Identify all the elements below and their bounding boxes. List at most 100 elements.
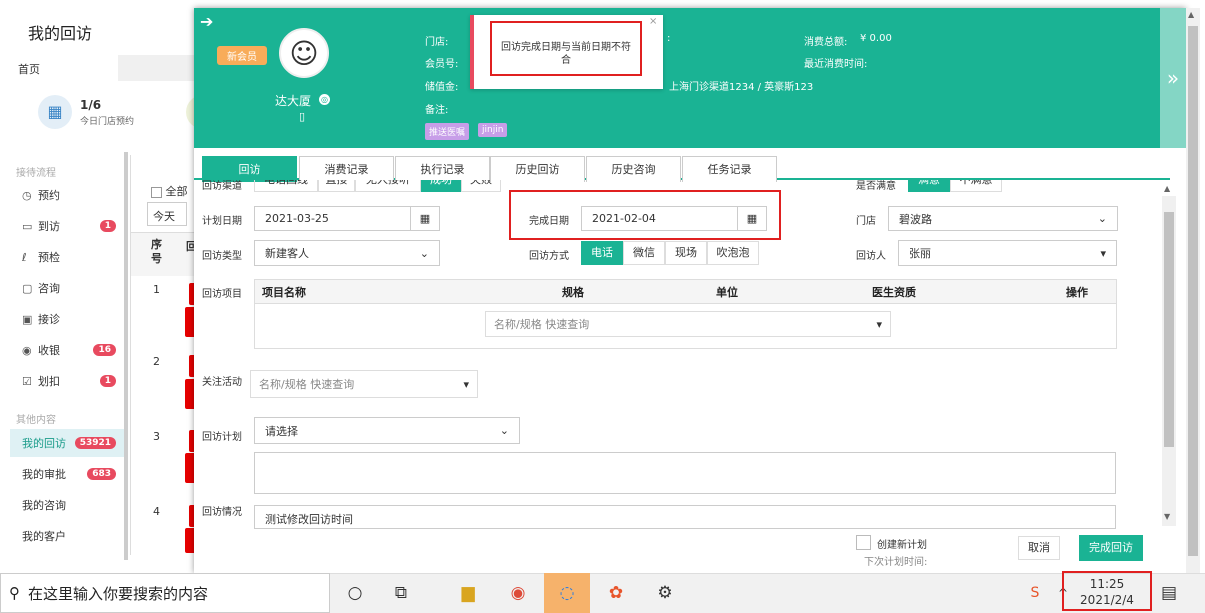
column-header: 操作 (1066, 286, 1088, 299)
visit-type-select[interactable]: 新建客人 ⌄ (254, 240, 440, 266)
tab[interactable]: 历史回访 (490, 156, 585, 182)
channel-option[interactable]: 成功 (421, 180, 461, 192)
plan-select[interactable]: 请选择 ⌄ (254, 417, 520, 444)
sidebar-item[interactable]: ▭ 到访 1 (10, 212, 124, 240)
method-other[interactable]: 吹泡泡 (707, 241, 759, 265)
new-plan-label: 创建新计划 (877, 540, 927, 551)
chevron-down-icon: ⌄ (1097, 212, 1107, 225)
sidebar-item[interactable]: 我的回访 53921 (10, 429, 124, 457)
row-number: 2 (153, 355, 160, 368)
scroll-up-icon[interactable]: ▲ (1188, 10, 1194, 19)
tab[interactable]: 任务记录 (682, 156, 777, 182)
visitor-label: 回访人 (856, 251, 886, 262)
tab-home[interactable]: 首页 (10, 55, 118, 81)
new-plan-checkbox[interactable] (856, 535, 871, 550)
coin-icon: ◉ (22, 343, 32, 357)
chevron-down-icon: ⌄ (499, 424, 509, 437)
visit-type-label: 回访类型 (202, 251, 242, 262)
avatar: ☺ (279, 28, 329, 78)
total-label: 消费总额: (804, 37, 848, 48)
satisfied-option[interactable]: 不满意 (950, 180, 1002, 192)
sidebar-item[interactable]: ℓ 预检 (10, 243, 124, 271)
visitor-select[interactable]: 张丽 ▾ (898, 240, 1117, 266)
sidebar-item[interactable]: 我的客户 (10, 522, 124, 550)
tab[interactable]: 历史咨询 (586, 156, 681, 182)
plan-date-input[interactable]: 2021-03-25 (254, 206, 411, 231)
clock[interactable]: 11:25 2021/2/4 (1062, 571, 1152, 611)
total-value: ¥ 0.00 (860, 33, 892, 44)
sidebar-item[interactable]: 我的咨询 (10, 491, 124, 519)
sidebar-item[interactable]: ☑ 划扣 1 (10, 367, 124, 395)
situation-label: 回访情况 (202, 507, 242, 518)
folder-icon[interactable]: ▆ (455, 580, 481, 606)
sidebar-item[interactable]: ◷ 预约 (10, 181, 124, 209)
sidebar-item[interactable]: ◉ 收银 16 (10, 336, 124, 364)
customer-tag: 推送医嘱 (425, 123, 470, 140)
ime-icon[interactable]: S (1022, 580, 1048, 606)
toast-message: 回访完成日期与当前日期不符合 (490, 21, 642, 76)
address-value: 上海门诊渠道1234 / 英豪斯123 (669, 82, 814, 93)
check-icon: ☑ (22, 374, 32, 388)
arrow-right-icon[interactable]: ➔ (200, 12, 213, 31)
background-table: 全部 今天 序号 回 1 2 3 4 (130, 155, 199, 555)
date-filter[interactable]: 今天 (147, 202, 187, 226)
project-search[interactable]: 名称/规格 快速查询 ▾ (485, 311, 891, 337)
member-no-label: 会员号: (425, 59, 459, 70)
clipboard-icon: ▣ (22, 312, 33, 326)
sidebar-item[interactable]: ▢ 咨询 (10, 274, 124, 302)
method-wechat[interactable]: 微信 (623, 241, 665, 265)
plan-textarea[interactable] (254, 452, 1116, 494)
card-icon: ▭ (22, 219, 33, 233)
chrome-icon[interactable]: ◉ (505, 580, 531, 606)
select-all[interactable]: 全部 (151, 183, 188, 199)
close-icon[interactable]: × (649, 16, 657, 27)
chat-icon: ▢ (22, 281, 33, 295)
scrollbar-thumb[interactable] (1188, 26, 1198, 556)
project-label: 回访项目 (202, 289, 242, 300)
sidebar-section-title: 其他内容 (16, 415, 56, 426)
column-header: 医生资质 (872, 286, 916, 299)
activity-search[interactable]: 名称/规格 快速查询 ▾ (250, 370, 478, 398)
task-view-icon[interactable]: ⧉ (388, 580, 414, 606)
store-select[interactable]: 碧波路 ⌄ (888, 206, 1118, 231)
visit-method-label: 回访方式 (529, 251, 569, 262)
highlight-box (509, 190, 781, 240)
finish-visit-button[interactable]: 完成回访 (1079, 535, 1143, 561)
taskbar-search[interactable]: ⚲ 在这里输入你要搜索的内容 (0, 573, 330, 613)
sidebar-item[interactable]: 我的审批 683 (10, 460, 124, 488)
channel-option[interactable]: 失败 (461, 180, 501, 192)
clock-icon: ◷ (22, 188, 32, 202)
method-phone[interactable]: 电话 (581, 241, 623, 265)
plan-date-label: 计划日期 (202, 216, 242, 227)
sidebar-item[interactable]: ▣ 接诊 (10, 305, 124, 333)
channel-option[interactable]: 直接 (318, 180, 355, 192)
wechat-icon[interactable]: ◎ (319, 94, 330, 105)
channel-label: 回访渠道 (202, 181, 242, 192)
tab[interactable]: 执行记录 (395, 156, 490, 182)
expand-icon[interactable]: » (1160, 8, 1186, 148)
cancel-button[interactable]: 取消 (1018, 536, 1060, 560)
app2-icon[interactable]: ✿ (603, 580, 629, 606)
channel-option[interactable]: 无人接听 (355, 180, 421, 192)
channel-option[interactable]: 电话回线 (254, 180, 318, 192)
caret-down-icon: ▾ (1100, 246, 1106, 260)
situation-textarea[interactable]: 测试修改回访时间 (254, 505, 1116, 529)
method-onsite[interactable]: 现场 (665, 241, 707, 265)
satisfied-option[interactable]: 满意 (908, 180, 950, 192)
deposit-label: 储值金: (425, 82, 459, 93)
tab[interactable]: 回访 (202, 156, 297, 182)
caret-down-icon: ▾ (876, 317, 882, 331)
scroll-up-icon[interactable]: ▲ (1164, 184, 1170, 193)
calendar-icon[interactable]: ▦ (410, 206, 440, 231)
cortana-icon[interactable]: ○ (342, 580, 368, 606)
notification-icon[interactable]: ▤ (1156, 580, 1182, 606)
phone-icon: ▯ (299, 110, 306, 123)
scrollbar-thumb[interactable] (1164, 212, 1174, 447)
column-header: 规格 (562, 286, 584, 299)
app-icon[interactable]: ◌ (544, 573, 590, 613)
settings-icon[interactable]: ⚙ (652, 580, 678, 606)
store-label: 门店: (425, 37, 449, 48)
scroll-down-icon[interactable]: ▼ (1164, 512, 1170, 521)
scrollbar[interactable] (124, 152, 128, 560)
tab[interactable]: 消费记录 (299, 156, 394, 182)
